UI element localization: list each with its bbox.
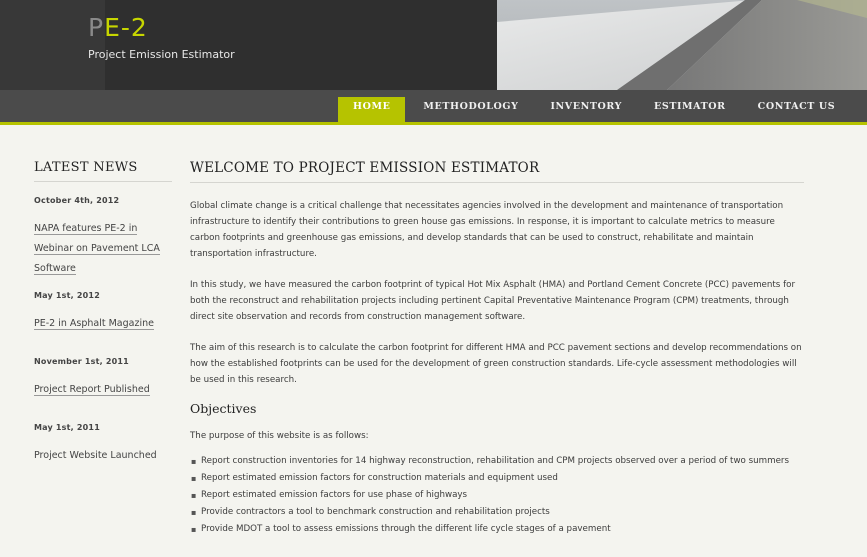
list-item: Report estimated emission factors for us… xyxy=(190,490,804,501)
objectives-intro: The purpose of this website is as follow… xyxy=(190,431,369,441)
news-item: October 4th, 2012 NAPA features PE-2 in … xyxy=(34,196,172,275)
news-item: November 1st, 2011 Project Report Publis… xyxy=(34,357,172,396)
news-list: October 4th, 2012 NAPA features PE-2 in … xyxy=(34,196,172,461)
list-item: Provide MDOT a tool to assess emissions … xyxy=(190,524,804,535)
site-header: PE-2 Project Emission Estimator xyxy=(0,0,867,90)
main-nav: HOME METHODOLOGY INVENTORY ESTIMATOR CON… xyxy=(0,90,867,125)
news-link[interactable]: PE-2 in Asphalt Magazine xyxy=(34,318,154,330)
news-link[interactable]: Project Website Launched xyxy=(34,450,157,461)
logo-p: P xyxy=(88,13,105,42)
nav-list: HOME METHODOLOGY INVENTORY ESTIMATOR CON… xyxy=(338,90,851,122)
news-date: October 4th, 2012 xyxy=(34,196,120,205)
news-item: May 1st, 2011 Project Website Launched xyxy=(34,423,172,461)
intro-paragraph-2: In this study, we have measured the carb… xyxy=(190,280,796,322)
news-link[interactable]: NAPA features PE-2 in Webinar on Pavemen… xyxy=(34,223,160,275)
nav-home[interactable]: HOME xyxy=(338,97,406,122)
news-date: May 1st, 2012 xyxy=(34,291,100,300)
header-road-image xyxy=(497,0,867,90)
news-date: May 1st, 2011 xyxy=(34,423,100,432)
sidebar: LATEST NEWS October 4th, 2012 NAPA featu… xyxy=(34,160,172,461)
site-logo[interactable]: PE-2 Project Emission Estimator xyxy=(88,14,235,62)
nav-estimator[interactable]: ESTIMATOR xyxy=(638,90,742,122)
sidebar-title: LATEST NEWS xyxy=(34,160,172,182)
page-title: WELCOME TO PROJECT EMISSION ESTIMATOR xyxy=(190,160,804,183)
main-content: WELCOME TO PROJECT EMISSION ESTIMATOR Gl… xyxy=(190,160,804,541)
news-date: November 1st, 2011 xyxy=(34,357,129,366)
list-item: Report construction inventories for 14 h… xyxy=(190,456,804,467)
intro-paragraph-3: The aim of this research is to calculate… xyxy=(190,343,802,385)
objectives-heading: Objectives xyxy=(190,401,257,416)
news-item: May 1st, 2012 PE-2 in Asphalt Magazine xyxy=(34,291,172,330)
objectives-list: Report construction inventories for 14 h… xyxy=(190,456,804,535)
nav-inventory[interactable]: INVENTORY xyxy=(534,90,638,122)
logo-mark: PE-2 xyxy=(88,14,235,42)
site-subtitle: Project Emission Estimator xyxy=(88,48,235,61)
news-link[interactable]: Project Report Published xyxy=(34,384,150,396)
nav-methodology[interactable]: METHODOLOGY xyxy=(407,90,534,122)
nav-contact-us[interactable]: CONTACT US xyxy=(742,90,852,122)
list-item: Report estimated emission factors for co… xyxy=(190,473,804,484)
list-item: Provide contractors a tool to benchmark … xyxy=(190,507,804,518)
logo-rest: E-2 xyxy=(104,13,148,42)
intro-paragraph-1: Global climate change is a critical chal… xyxy=(190,201,784,259)
